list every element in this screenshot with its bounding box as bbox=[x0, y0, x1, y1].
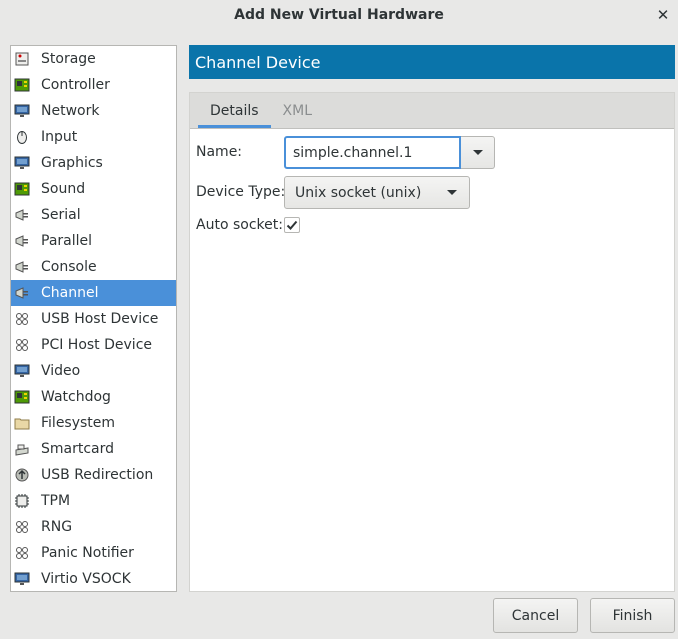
sidebar-item-virtio-vsock[interactable]: Virtio VSOCK bbox=[11, 566, 176, 592]
sidebar-item-label: Filesystem bbox=[41, 415, 116, 431]
sidebar-item-label: Sound bbox=[41, 181, 86, 197]
sidebar-item-graphics[interactable]: Graphics bbox=[11, 150, 176, 176]
network-icon bbox=[14, 103, 30, 119]
name-combo bbox=[284, 136, 495, 169]
sidebar-item-label: USB Redirection bbox=[41, 467, 154, 483]
sidebar-item-input[interactable]: Input bbox=[11, 124, 176, 150]
sidebar-item-label: Smartcard bbox=[41, 441, 115, 457]
sidebar-item-label: Network bbox=[41, 103, 100, 119]
sidebar-item-storage[interactable]: Storage bbox=[11, 46, 176, 72]
smartcard-icon bbox=[14, 441, 30, 457]
video-monitor-icon bbox=[14, 363, 30, 379]
sidebar-item-label: USB Host Device bbox=[41, 311, 159, 327]
folder-icon bbox=[14, 415, 30, 431]
usb-device-icon bbox=[14, 311, 30, 327]
tab-details-label: Details bbox=[210, 102, 259, 119]
sidebar-item-filesystem[interactable]: Filesystem bbox=[11, 410, 176, 436]
sidebar-item-label: Virtio VSOCK bbox=[41, 571, 131, 587]
header-title: Channel Device bbox=[195, 52, 321, 72]
sidebar-item-label: Channel bbox=[41, 285, 99, 301]
hardware-type-list[interactable]: Storage Controller Network Input Graphics Sou… bbox=[10, 45, 177, 592]
sidebar-item-sound[interactable]: Sound bbox=[11, 176, 176, 202]
auto-socket-checkbox[interactable] bbox=[284, 217, 300, 233]
device-type-select[interactable]: Unix socket (unix) bbox=[284, 176, 470, 209]
serial-plug-icon bbox=[14, 207, 30, 223]
tab-bar: Details XML bbox=[190, 93, 674, 129]
sidebar-item-label: Parallel bbox=[41, 233, 93, 249]
title-bar: Add New Virtual Hardware ✕ bbox=[0, 0, 678, 30]
sidebar-item-channel[interactable]: Channel bbox=[11, 280, 176, 306]
sound-card-icon bbox=[14, 181, 30, 197]
device-type-label: Device Type: bbox=[196, 184, 286, 200]
sidebar-item-pci-host-device[interactable]: PCI Host Device bbox=[11, 332, 176, 358]
channel-plug-icon bbox=[14, 285, 30, 301]
sidebar-item-label: Controller bbox=[41, 77, 110, 93]
parallel-plug-icon bbox=[14, 233, 30, 249]
device-type-value: Unix socket (unix) bbox=[295, 184, 422, 201]
usb-redirection-icon bbox=[14, 467, 30, 483]
sidebar-item-parallel[interactable]: Parallel bbox=[11, 228, 176, 254]
watchdog-board-icon bbox=[14, 389, 30, 405]
auto-socket-label: Auto socket: bbox=[196, 217, 283, 233]
panic-notifier-icon bbox=[14, 545, 30, 561]
sidebar-item-tpm[interactable]: TPM bbox=[11, 488, 176, 514]
name-input[interactable] bbox=[284, 136, 461, 169]
tab-xml[interactable]: XML bbox=[271, 93, 324, 128]
sidebar-item-controller[interactable]: Controller bbox=[11, 72, 176, 98]
checkmark-icon bbox=[286, 220, 298, 230]
console-plug-icon bbox=[14, 259, 30, 275]
sidebar-item-usb-redirection[interactable]: USB Redirection bbox=[11, 462, 176, 488]
rng-icon bbox=[14, 519, 30, 535]
window-title: Add New Virtual Hardware bbox=[234, 7, 444, 23]
sidebar-item-rng[interactable]: RNG bbox=[11, 514, 176, 540]
chevron-down-icon bbox=[472, 150, 483, 155]
finish-button-label: Finish bbox=[612, 607, 653, 624]
sidebar-item-label: Serial bbox=[41, 207, 81, 223]
vsock-monitor-icon bbox=[14, 571, 30, 587]
sidebar-item-label: PCI Host Device bbox=[41, 337, 153, 353]
chevron-down-icon bbox=[447, 190, 457, 195]
chip-icon bbox=[14, 493, 30, 509]
close-icon[interactable]: ✕ bbox=[652, 4, 674, 26]
name-label: Name: bbox=[196, 144, 243, 160]
sidebar-item-smartcard[interactable]: Smartcard bbox=[11, 436, 176, 462]
monitor-icon bbox=[14, 155, 30, 171]
sidebar-item-label: TPM bbox=[41, 493, 71, 509]
cancel-button[interactable]: Cancel bbox=[493, 598, 578, 633]
sidebar-item-console[interactable]: Console bbox=[11, 254, 176, 280]
pci-device-icon bbox=[14, 337, 30, 353]
sidebar-item-label: Video bbox=[41, 363, 81, 379]
sidebar-item-label: Panic Notifier bbox=[41, 545, 134, 561]
sidebar-item-label: Graphics bbox=[41, 155, 103, 171]
sidebar-item-label: Console bbox=[41, 259, 97, 275]
sidebar-item-label: Storage bbox=[41, 51, 96, 67]
sidebar-item-label: Watchdog bbox=[41, 389, 111, 405]
sidebar-item-video[interactable]: Video bbox=[11, 358, 176, 384]
finish-button[interactable]: Finish bbox=[590, 598, 675, 633]
sidebar-item-label: RNG bbox=[41, 519, 73, 535]
sidebar-item-label: Input bbox=[41, 129, 78, 145]
sidebar-item-network[interactable]: Network bbox=[11, 98, 176, 124]
sidebar-item-serial[interactable]: Serial bbox=[11, 202, 176, 228]
cancel-button-label: Cancel bbox=[511, 607, 560, 624]
mouse-icon bbox=[14, 129, 30, 145]
details-panel: Details XML Name: Device Type: Unix sock… bbox=[189, 92, 675, 592]
sidebar-item-usb-host-device[interactable]: USB Host Device bbox=[11, 306, 176, 332]
name-dropdown-button[interactable] bbox=[461, 136, 495, 169]
tab-xml-label: XML bbox=[282, 102, 313, 119]
sidebar-item-panic-notifier[interactable]: Panic Notifier bbox=[11, 540, 176, 566]
controller-icon bbox=[14, 77, 30, 93]
tab-details[interactable]: Details bbox=[198, 93, 271, 128]
sidebar-item-watchdog[interactable]: Watchdog bbox=[11, 384, 176, 410]
storage-icon bbox=[14, 51, 30, 67]
page-title: Channel Device bbox=[189, 45, 675, 79]
